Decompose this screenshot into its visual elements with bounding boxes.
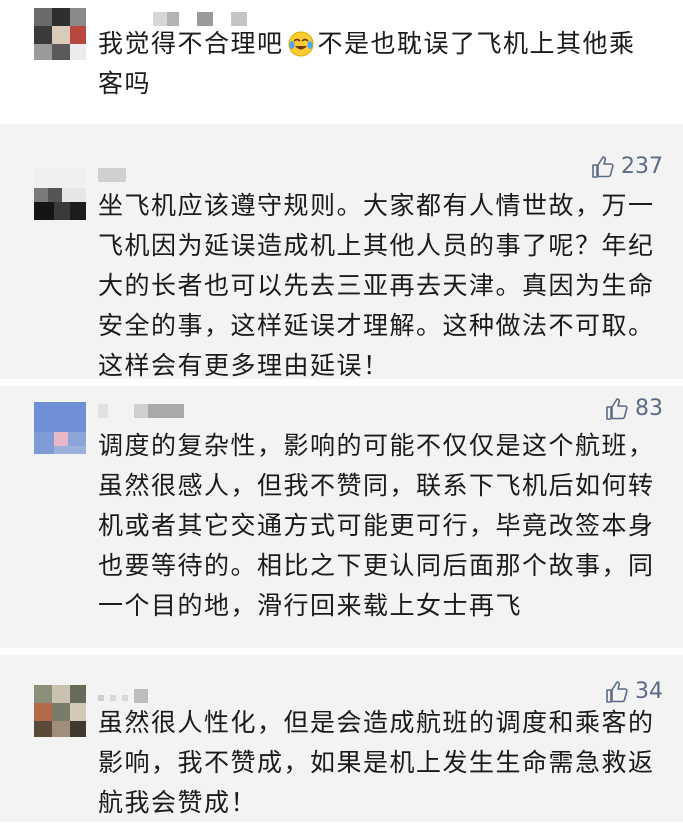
username[interactable]: [98, 168, 158, 182]
username[interactable]: [98, 404, 218, 418]
avatar[interactable]: [34, 8, 86, 60]
like-button[interactable]: 83: [605, 396, 663, 421]
comment-text: 我觉得不合理吧 不是也耽误了飞机上其他乘客吗: [98, 24, 658, 104]
avatar[interactable]: [34, 168, 86, 220]
like-button[interactable]: 34: [605, 679, 663, 704]
avatar[interactable]: [34, 402, 86, 454]
comment-card: 我觉得不合理吧 不是也耽误了飞机上其他乘客吗: [0, 0, 683, 117]
comment-card: 34 虽然很人性化，但是会造成航班的调度和乘客的影响，我不赞成，如果是机上发生生…: [0, 655, 683, 822]
crying-laughing-emoji: [288, 31, 314, 57]
avatar[interactable]: [34, 685, 86, 737]
like-count: 237: [621, 154, 663, 179]
username[interactable]: [98, 689, 178, 703]
thumbs-up-icon: [606, 397, 628, 420]
comment-text: 坐飞机应该遵守规则。大家都有人情世故，万一飞机因为延误造成机上其他人员的事了呢？…: [98, 191, 655, 380]
comment-card: 237 坐飞机应该遵守规则。大家都有人情世故，万一飞机因为延误造成机上其他人员的…: [0, 124, 683, 380]
like-button[interactable]: 237: [591, 154, 663, 179]
comment-card: 83 调度的复杂性，影响的可能不仅仅是这个航班，虽然很感人，但我不赞同，联系下飞…: [0, 386, 683, 648]
comment-feed: 我觉得不合理吧 不是也耽误了飞机上其他乘客吗 237 坐飞机应该遵守规则。大家都…: [0, 0, 683, 822]
like-count: 83: [635, 396, 663, 421]
like-count: 34: [635, 679, 663, 704]
comment-text-part: 我觉得不合理吧: [98, 29, 284, 58]
comment-text: 虽然很人性化，但是会造成航班的调度和乘客的影响，我不赞成，如果是机上发生生命需急…: [98, 708, 655, 817]
thumbs-up-icon: [592, 155, 614, 178]
thumbs-up-icon: [606, 680, 628, 703]
comment-text: 调度的复杂性，影响的可能不仅仅是这个航班，虽然很感人，但我不赞同，联系下飞机后如…: [98, 431, 655, 620]
